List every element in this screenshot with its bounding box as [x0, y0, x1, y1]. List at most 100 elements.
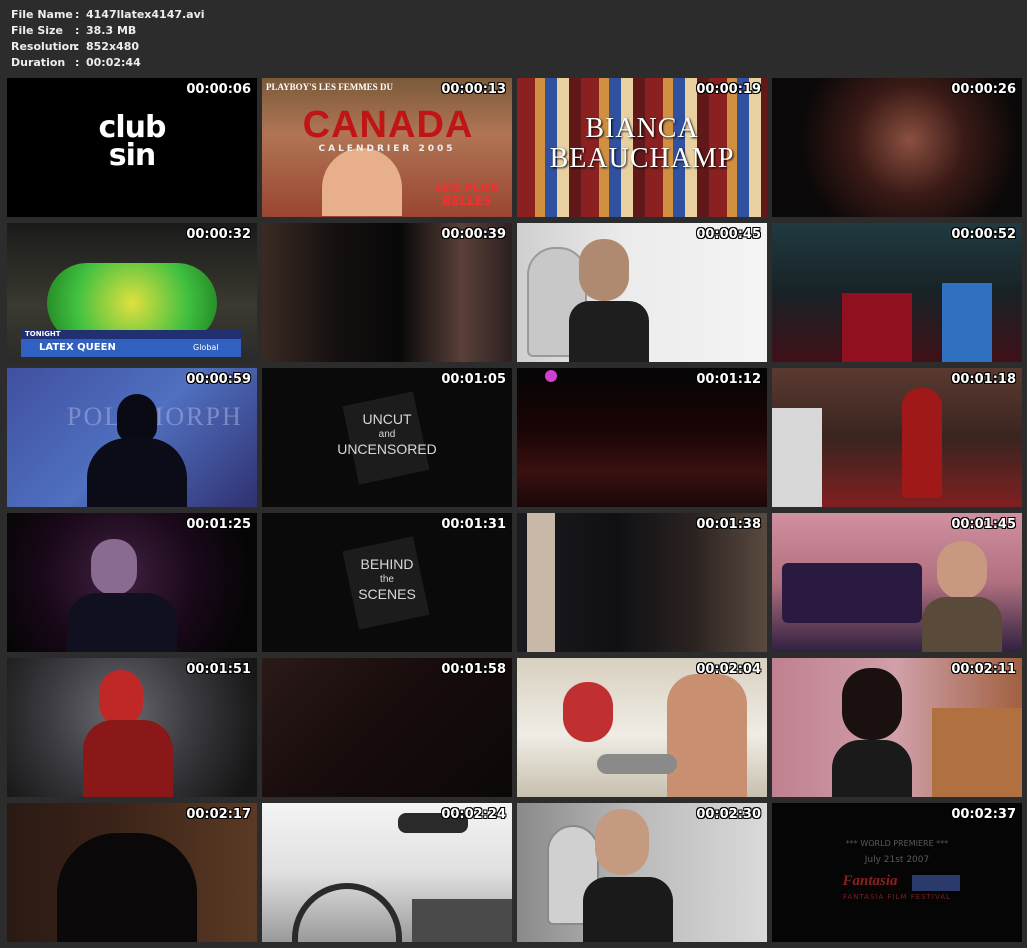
timestamp: 00:01:18 [951, 372, 1016, 387]
thumbnail[interactable]: 00:01:25 [7, 513, 257, 652]
person-red-dress [902, 388, 942, 498]
thumbnail[interactable]: 00:02:17 [7, 803, 257, 942]
timestamp: 00:02:24 [441, 807, 506, 822]
thumbnail[interactable]: TONIGHT LATEX QUEEN Global 00:00:32 [7, 223, 257, 362]
timestamp: 00:00:06 [186, 82, 251, 97]
timestamp: 00:00:26 [951, 82, 1016, 97]
background-sign: POLYMORPH [67, 402, 257, 432]
title-card-line-3: UNCENSORED [337, 441, 437, 457]
timestamp: 00:00:39 [441, 227, 506, 242]
timestamp: 00:02:17 [186, 807, 251, 822]
thumbnail[interactable]: 00:00:26 [772, 78, 1022, 217]
tray [597, 754, 677, 774]
timestamp: 00:01:51 [186, 662, 251, 677]
festival-name: FANTASIA FILM FESTIVAL [843, 893, 951, 901]
name-line-1: BIANCA [585, 113, 699, 144]
video-frame [262, 658, 512, 797]
thumbnail[interactable]: 00:00:39 [262, 223, 512, 362]
thumbnail[interactable]: UNCUT and UNCENSORED 00:01:05 [262, 368, 512, 507]
title-card: UNCUT and UNCENSORED [262, 412, 512, 457]
timestamp: 00:02:30 [696, 807, 761, 822]
thumbnail[interactable]: 00:00:52 [772, 223, 1022, 362]
thumbnail[interactable]: 00:02:30 [517, 803, 767, 942]
bed [782, 563, 922, 623]
title-card-line-1: BEHIND [360, 556, 414, 572]
thumbnail[interactable]: 00:02:11 [772, 658, 1022, 797]
person-red-outfit [842, 293, 912, 362]
catsuit-head [117, 394, 157, 442]
thumbnail[interactable]: 00:01:18 [772, 368, 1022, 507]
thumbnail-grid: club sin 00:00:06 PLAYBOY'S LES FEMMES D… [0, 0, 1027, 948]
thumbnail[interactable]: 00:00:45 [517, 223, 767, 362]
title-card-line-2: and [378, 429, 396, 440]
timestamp: 00:00:19 [696, 82, 761, 97]
thumbnail[interactable]: POLYMORPH 00:00:59 [7, 368, 257, 507]
person-outfit [83, 720, 173, 797]
premiere-line: *** WORLD PREMIERE *** [845, 839, 949, 848]
person-body [569, 301, 649, 362]
camera-operator [772, 408, 822, 507]
video-frame [262, 223, 512, 362]
door-frame [527, 513, 555, 652]
thumbnail[interactable]: 00:01:58 [262, 658, 512, 797]
magazine-subtitle: CALENDRIER 2005 [318, 144, 456, 154]
dresser [932, 708, 1022, 797]
video-frame [772, 78, 1022, 217]
thumbnail[interactable]: PLAYBOY'S LES FEMMES DU CANADA CALENDRIE… [262, 78, 512, 217]
magazine-title: CANADA [302, 104, 474, 146]
person-body [583, 877, 673, 942]
person-face [91, 539, 137, 595]
timestamp: 00:01:58 [441, 662, 506, 677]
festival-logo-graphic [912, 875, 960, 891]
thumbnail[interactable]: 00:02:24 [262, 803, 512, 942]
thumbnail[interactable]: 00:01:12 [517, 368, 767, 507]
timestamp: 00:00:52 [951, 227, 1016, 242]
person-top [922, 597, 1002, 652]
timestamp: 00:01:31 [441, 517, 506, 532]
magazine-tagline: LES PLUS BELLES [435, 181, 499, 208]
title-card: BEHIND the SCENES [262, 557, 512, 602]
person-hair [563, 682, 613, 742]
timestamp: 00:02:04 [696, 662, 761, 677]
person-jacket [67, 593, 177, 652]
timestamp: 00:01:38 [696, 517, 761, 532]
person-hair [99, 670, 143, 726]
thumbnail[interactable]: 00:01:45 [772, 513, 1022, 652]
catsuit-body [87, 438, 187, 507]
premiere-date: July 21st 2007 [864, 855, 930, 865]
magazine-header: PLAYBOY'S LES FEMMES DU [266, 82, 393, 92]
person-top [832, 740, 912, 797]
person-head [595, 809, 649, 875]
thumbnail[interactable]: *** WORLD PREMIERE *** July 21st 2007 Fa… [772, 803, 1022, 942]
club-sin-logo: club sin [98, 110, 167, 173]
tv-channel: Global [193, 343, 219, 352]
timestamp: 00:00:45 [696, 227, 761, 242]
person-shirtless [667, 674, 747, 797]
timestamp: 00:01:25 [186, 517, 251, 532]
person-blue-shirt [942, 283, 992, 362]
timestamp: 00:00:13 [441, 82, 506, 97]
person-face [937, 541, 987, 599]
thumbnail[interactable]: 00:01:38 [517, 513, 767, 652]
person-hair [842, 668, 902, 740]
timestamp: 00:02:37 [951, 807, 1016, 822]
latex-outfit [57, 833, 197, 942]
name-line-2: BEAUCHAMP [549, 143, 735, 174]
title-card-line-3: SCENES [358, 586, 416, 602]
thumbnail[interactable]: BIANCA BEAUCHAMP 00:00:19 [517, 78, 767, 217]
festival-logo: Fantasia [842, 873, 898, 889]
timestamp: 00:01:05 [441, 372, 506, 387]
title-card-line-1: UNCUT [362, 411, 412, 427]
thumbnail[interactable]: BEHIND the SCENES 00:01:31 [262, 513, 512, 652]
timestamp: 00:01:12 [696, 372, 761, 387]
dashboard [412, 899, 512, 942]
video-frame [517, 368, 767, 507]
thumbnail[interactable]: 00:01:51 [7, 658, 257, 797]
timestamp: 00:02:11 [951, 662, 1016, 677]
person-head [579, 239, 629, 301]
thumbnail[interactable]: 00:02:04 [517, 658, 767, 797]
thumbnail[interactable]: club sin 00:00:06 [7, 78, 257, 217]
timestamp: 00:00:59 [186, 372, 251, 387]
title-card-line-2: the [380, 574, 394, 585]
stage-light [545, 370, 557, 382]
